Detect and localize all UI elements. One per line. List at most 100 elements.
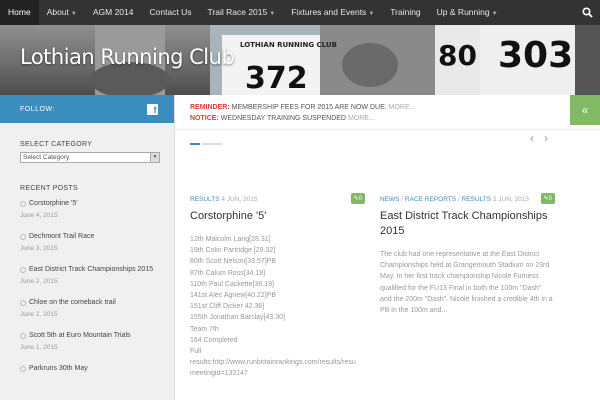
- sidebar-toggle-button[interactable]: «: [570, 95, 600, 125]
- post-category-link[interactable]: RESULTS: [190, 196, 220, 203]
- search-icon[interactable]: [574, 0, 600, 25]
- list-item: East District Track Championships 2015 J…: [20, 266, 174, 299]
- nav-item-about[interactable]: About ▼: [39, 0, 85, 25]
- chevron-left-icon[interactable]: ‹: [530, 131, 534, 145]
- bullet-icon: [20, 365, 26, 372]
- excerpt-line: 141st Alec Agnew[40.22]PB: [190, 292, 277, 300]
- bullet-icon: [20, 299, 26, 306]
- chevron-right-icon[interactable]: ›: [544, 131, 548, 145]
- excerpt-line: 80th Scott Nelson[33.57]PB: [190, 258, 276, 266]
- comment-count-badge[interactable]: ✎0: [350, 193, 365, 204]
- nav-item-training[interactable]: Training: [382, 0, 428, 25]
- bullet-icon: [20, 233, 26, 240]
- comment-count: 0: [358, 196, 362, 202]
- nav-item-up-and-running[interactable]: Up & Running ▼: [429, 0, 506, 25]
- double-chevron-left-icon: «: [581, 103, 589, 117]
- notice-label: NOTICE:: [190, 115, 219, 122]
- results-link[interactable]: results:http://www.runbritainrankings.co…: [190, 357, 365, 368]
- sidebar: FOLLOW: f SELECT CATEGORY Select Categor…: [0, 95, 175, 400]
- nav-item-label: AGM 2014: [92, 7, 134, 17]
- excerpt-line: 19th Colin Partridge [29.32]: [190, 247, 276, 255]
- nav-item-contact-us[interactable]: Contact Us: [142, 0, 200, 25]
- chevron-down-icon: ▼: [150, 153, 159, 162]
- list-item: Parkruns 30th May: [20, 365, 174, 398]
- post-excerpt: 12th Malcolm Lang[28.31] 19th Colin Part…: [190, 234, 365, 380]
- post-category-link[interactable]: NEWS: [380, 196, 400, 203]
- post-card: RESULTS 4 JUN, 2015 ✎0 Corstorphine '5' …: [190, 193, 365, 380]
- post-date: 4 JUN, 2015: [221, 196, 258, 203]
- recent-post-date: June 3, 2015: [20, 245, 58, 252]
- bib-number-303: 303: [498, 35, 573, 76]
- nav-item-agm-2014[interactable]: AGM 2014: [85, 0, 142, 25]
- post-meta: NEWS / RACE REPORTS / RESULTS 2 JUN, 201…: [380, 193, 555, 204]
- post-title[interactable]: East District Track Championships 2015: [380, 209, 555, 239]
- caret-down-icon: ▼: [491, 11, 498, 17]
- top-nav: Home About ▼ AGM 2014 Contact Us Trail Ra…: [0, 0, 600, 25]
- category-select[interactable]: Select Category ▼: [20, 152, 160, 163]
- excerpt-line: Team 7th: [190, 325, 219, 333]
- excerpt-line: 110th Paul Cackette[36.19]: [190, 280, 274, 288]
- recent-post-link[interactable]: Chloe on the comeback trail: [29, 299, 116, 306]
- notice-text[interactable]: WEDNESDAY TRAINING SUSPENDED: [221, 115, 346, 122]
- notice-more-link[interactable]: MORE...: [348, 115, 375, 122]
- notice-training: NOTICE: WEDNESDAY TRAINING SUSPENDED MOR…: [190, 115, 375, 122]
- recent-post-link[interactable]: Dechmont Trail Race: [29, 233, 94, 240]
- caret-down-icon: ▼: [368, 11, 375, 17]
- list-item: Corstorphine '5' June 4, 2015: [20, 200, 174, 233]
- category-select-value: Select Category: [23, 154, 70, 161]
- caret-down-icon: ▼: [269, 11, 276, 17]
- nav-item-label: Contact Us: [149, 7, 192, 17]
- header-banner: LOTHIAN RUNNING CLUB 372 80 303 Lothian …: [0, 25, 600, 95]
- bib-club-text: LOTHIAN RUNNING CLUB: [240, 41, 337, 49]
- nav-item-trail-race-2015[interactable]: Trail Race 2015 ▼: [200, 0, 284, 25]
- post-card: NEWS / RACE REPORTS / RESULTS 2 JUN, 201…: [380, 193, 555, 316]
- recent-post-date: June 2, 2015: [20, 278, 58, 285]
- nav-item-home[interactable]: Home: [0, 0, 39, 25]
- post-category-link[interactable]: RACE REPORTS: [405, 196, 456, 203]
- slider-dot-active[interactable]: [190, 143, 200, 145]
- post-category-link[interactable]: RESULTS: [462, 196, 492, 203]
- nav-item-label: Up & Running: [436, 7, 490, 17]
- nav-item-label: Training: [390, 7, 421, 17]
- slider-indicator: [190, 143, 222, 145]
- bib-number-372: 372: [245, 61, 308, 95]
- notice-bar: REMINDER: MEMBERSHIP FEES FOR 2015 ARE N…: [175, 95, 600, 130]
- bullet-icon: [20, 266, 26, 273]
- slider-dot[interactable]: [202, 143, 222, 145]
- post-excerpt: The club had one representative at the E…: [380, 251, 553, 315]
- nav-item-fixtures-and-events[interactable]: Fixtures and Events ▼: [283, 0, 382, 25]
- site-title[interactable]: Lothian Running Club: [20, 45, 235, 69]
- follow-label: FOLLOW:: [20, 105, 55, 113]
- results-link-cont[interactable]: meetingid=133147: [190, 368, 365, 379]
- recent-post-date: June 1, 2015: [20, 344, 58, 351]
- comment-count: 0: [548, 196, 552, 202]
- facebook-icon[interactable]: f: [147, 103, 158, 115]
- follow-bar: FOLLOW: f: [0, 95, 174, 123]
- notice-text[interactable]: MEMBERSHIP FEES FOR 2015 ARE NOW DUE.: [232, 104, 387, 111]
- list-item: Scott 5th at Euro Mountain Trials June 1…: [20, 332, 174, 365]
- nav-item-label: About: [46, 7, 69, 17]
- post-title[interactable]: Corstorphine '5': [190, 209, 365, 224]
- notice-label: REMINDER:: [190, 104, 230, 111]
- list-item: Chloe on the comeback trail June 2, 2015: [20, 299, 174, 332]
- bib-number-80: 80: [438, 39, 477, 72]
- notice-slider-controls: ‹ ›: [530, 131, 548, 145]
- excerpt-line: 87th Calum Ross[34.18]: [190, 269, 266, 277]
- recent-post-link[interactable]: Scott 5th at Euro Mountain Trials: [29, 332, 131, 339]
- comment-count-badge[interactable]: ✎0: [540, 193, 555, 204]
- main-content: REMINDER: MEMBERSHIP FEES FOR 2015 ARE N…: [175, 95, 600, 400]
- excerpt-line: Full: [190, 348, 202, 356]
- nav-item-label: Home: [8, 7, 31, 17]
- recent-post-link[interactable]: East District Track Championships 2015: [29, 266, 153, 273]
- bullet-icon: [20, 332, 26, 339]
- excerpt-line: 151st Cliff Dicker 42.36]: [190, 303, 265, 311]
- recent-post-link[interactable]: Parkruns 30th May: [29, 365, 88, 372]
- recent-post-date: June 2, 2015: [20, 311, 58, 318]
- excerpt-line: 12th Malcolm Lang[28.31]: [190, 236, 271, 243]
- recent-post-link[interactable]: Corstorphine '5': [29, 200, 78, 207]
- nav-item-label: Trail Race 2015: [207, 7, 268, 17]
- bullet-icon: [20, 200, 26, 207]
- recent-posts-title: RECENT POSTS: [20, 185, 78, 192]
- post-date: 2 JUN, 2015: [492, 196, 529, 203]
- notice-more-link[interactable]: MORE...: [389, 104, 416, 111]
